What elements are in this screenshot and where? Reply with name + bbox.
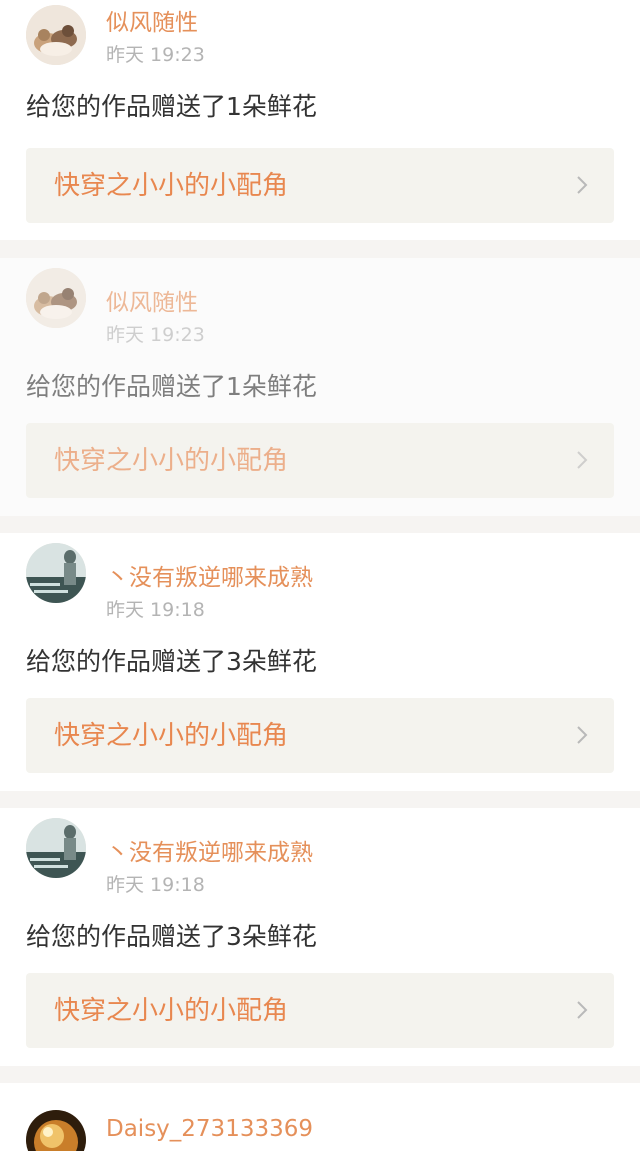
chevron-right-icon bbox=[576, 175, 588, 195]
work-link[interactable]: 快穿之小小的小配角 bbox=[26, 148, 614, 223]
chevron-right-icon bbox=[576, 725, 588, 745]
timestamp: 昨天 19:18 bbox=[106, 599, 205, 621]
message: 给您的作品赠送了3朵鲜花 bbox=[26, 647, 317, 676]
timestamp: 昨天 19:23 bbox=[106, 324, 205, 346]
avatar[interactable] bbox=[26, 543, 86, 603]
username[interactable]: 似风随性 bbox=[106, 7, 198, 39]
username[interactable]: Daisy_273133369 bbox=[106, 1113, 313, 1145]
work-link[interactable]: 快穿之小小的小配角 bbox=[26, 423, 614, 498]
cat-photo-icon bbox=[26, 5, 86, 65]
avatar[interactable] bbox=[26, 268, 86, 328]
message: 给您的作品赠送了3朵鲜花 bbox=[26, 922, 317, 951]
chevron-right-icon bbox=[576, 450, 588, 470]
message: 给您的作品赠送了1朵鲜花 bbox=[26, 92, 317, 121]
work-link[interactable]: 快穿之小小的小配角 bbox=[26, 698, 614, 773]
timestamp: 昨天 19:23 bbox=[106, 44, 205, 66]
notification-card: 似风随性 昨天 19:23 给您的作品赠送了1朵鲜花 快穿之小小的小配角 bbox=[0, 0, 640, 240]
work-title: 快穿之小小的小配角 bbox=[54, 996, 289, 1026]
notification-card: Daisy_273133369 bbox=[0, 1083, 640, 1151]
cat-photo-icon bbox=[26, 268, 86, 328]
avatar[interactable] bbox=[26, 818, 86, 878]
username[interactable]: 丶没有叛逆哪来成熟 bbox=[106, 562, 313, 594]
work-title: 快穿之小小的小配角 bbox=[54, 721, 289, 751]
timestamp: 昨天 19:18 bbox=[106, 874, 205, 896]
username[interactable]: 似风随性 bbox=[106, 287, 198, 319]
avatar[interactable] bbox=[26, 1110, 86, 1151]
work-title: 快穿之小小的小配角 bbox=[54, 446, 289, 476]
work-title: 快穿之小小的小配角 bbox=[54, 171, 289, 201]
person-photo-icon bbox=[26, 818, 86, 878]
message: 给您的作品赠送了1朵鲜花 bbox=[26, 372, 317, 401]
work-link[interactable]: 快穿之小小的小配角 bbox=[26, 973, 614, 1048]
chevron-right-icon bbox=[576, 1000, 588, 1020]
golden-orb-icon bbox=[26, 1110, 86, 1151]
username[interactable]: 丶没有叛逆哪来成熟 bbox=[106, 837, 313, 869]
notification-card: 丶没有叛逆哪来成熟 昨天 19:18 给您的作品赠送了3朵鲜花 快穿之小小的小配… bbox=[0, 808, 640, 1066]
notification-card: 似风随性 昨天 19:23 给您的作品赠送了1朵鲜花 快穿之小小的小配角 bbox=[0, 258, 640, 516]
notification-card: 丶没有叛逆哪来成熟 昨天 19:18 给您的作品赠送了3朵鲜花 快穿之小小的小配… bbox=[0, 533, 640, 791]
avatar[interactable] bbox=[26, 5, 86, 65]
person-photo-icon bbox=[26, 543, 86, 603]
